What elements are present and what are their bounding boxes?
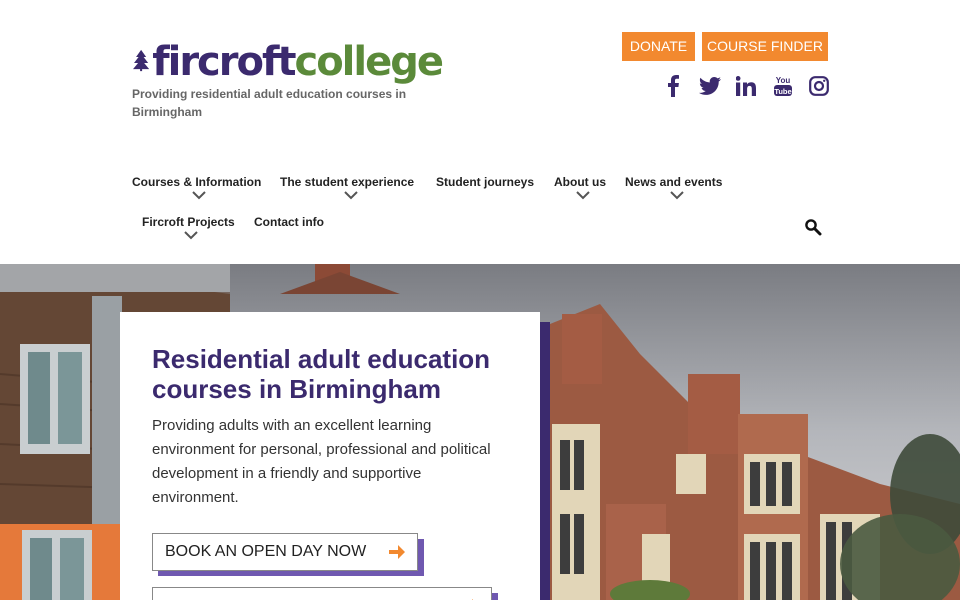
chevron-down-icon[interactable]	[183, 230, 199, 240]
logo-wordmark: fircroftcollege	[152, 39, 444, 85]
nav-student-experience[interactable]: The student experience	[280, 175, 414, 189]
nav-student-journeys[interactable]: Student journeys	[436, 175, 534, 189]
svg-text:You: You	[775, 76, 790, 85]
donate-button[interactable]: DONATE	[622, 32, 695, 61]
nav-contact-info[interactable]: Contact info	[254, 215, 324, 229]
nav-fircroft-projects[interactable]: Fircroft Projects	[142, 215, 235, 229]
site-tagline: Providing residential adult education co…	[132, 87, 407, 119]
svg-text:Tube: Tube	[774, 87, 791, 96]
search-icon[interactable]	[804, 218, 822, 236]
twitter-icon[interactable]	[697, 73, 723, 99]
linkedin-icon[interactable]	[733, 73, 759, 99]
chevron-down-icon[interactable]	[575, 190, 591, 200]
chevron-down-icon[interactable]	[343, 190, 359, 200]
arrow-right-icon	[389, 545, 405, 559]
instagram-icon[interactable]	[806, 73, 832, 99]
social-links: You Tube	[660, 72, 832, 100]
hero-description: Providing adults with an excellent learn…	[152, 417, 491, 506]
youtube-icon[interactable]: You Tube	[770, 73, 796, 99]
book-open-day-label: BOOK AN OPEN DAY NOW	[165, 543, 367, 560]
chevron-down-icon[interactable]	[669, 190, 685, 200]
facebook-icon[interactable]	[660, 73, 686, 99]
nav-about-us[interactable]: About us	[554, 175, 606, 189]
chevron-down-icon[interactable]	[191, 190, 207, 200]
book-open-day-button[interactable]: BOOK AN OPEN DAY NOW	[152, 533, 418, 571]
card-accent-bar	[540, 322, 550, 600]
nav-courses-information[interactable]: Courses & Information	[132, 175, 261, 189]
college-logo[interactable]: fircroftcollege	[132, 30, 444, 85]
hero-title: Residential adult education courses in B…	[152, 344, 491, 404]
course-finder-button[interactable]: COURSE FINDER	[702, 32, 828, 61]
secondary-cta-button[interactable]	[152, 587, 492, 600]
tree-icon	[133, 49, 150, 72]
nav-news-events[interactable]: News and events	[625, 175, 722, 189]
